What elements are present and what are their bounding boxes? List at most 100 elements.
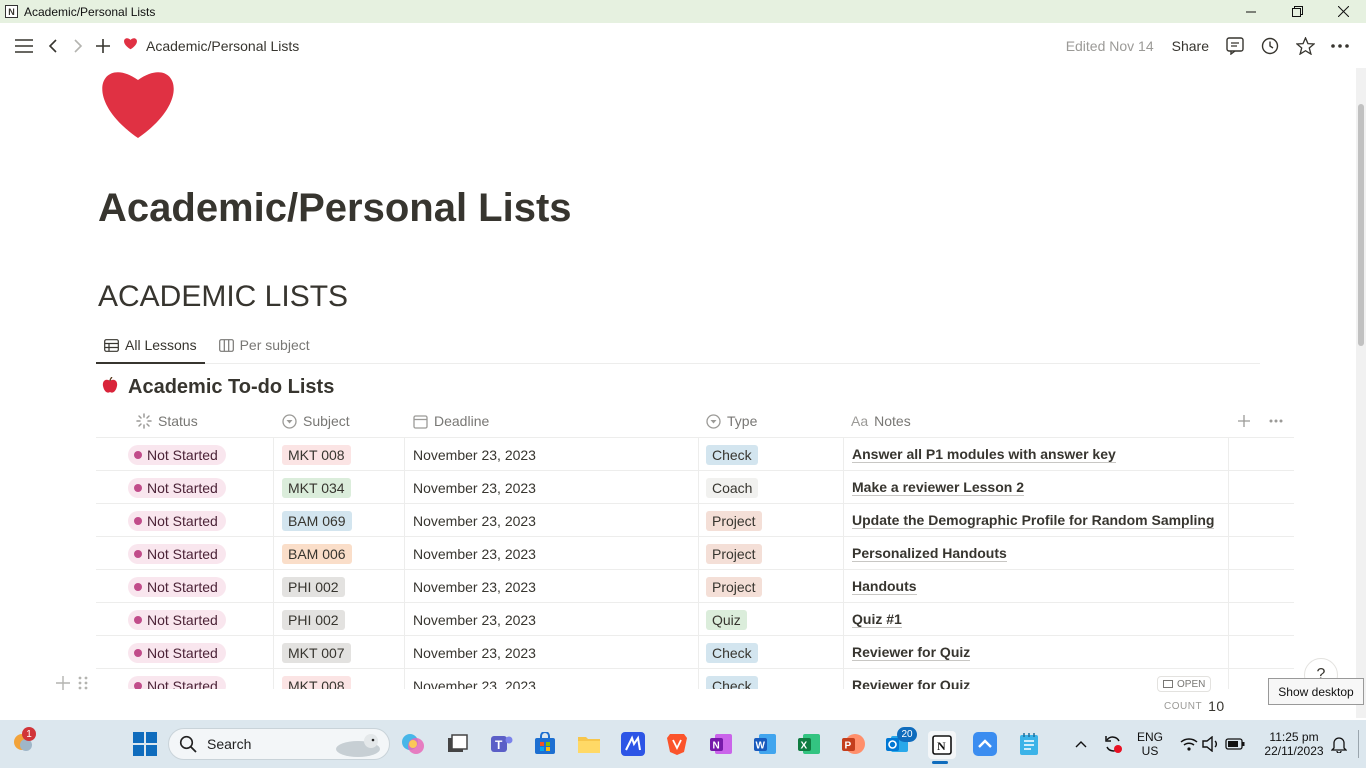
restore-icon[interactable] bbox=[1274, 0, 1320, 23]
menu-icon[interactable] bbox=[12, 34, 36, 58]
more-options-icon[interactable] bbox=[1328, 34, 1352, 58]
deadline-cell[interactable]: November 23, 2023 bbox=[413, 504, 536, 537]
status-cell[interactable]: Not Started bbox=[128, 537, 226, 570]
row-count[interactable]: COUNT 10 bbox=[1164, 698, 1225, 714]
type-cell[interactable]: Project bbox=[706, 570, 762, 603]
add-property-icon[interactable] bbox=[1238, 404, 1250, 438]
type-cell[interactable]: Check bbox=[706, 636, 758, 669]
powerpoint-icon[interactable]: P bbox=[840, 731, 866, 757]
breadcrumb[interactable]: Academic/Personal Lists bbox=[146, 38, 299, 54]
volume-icon[interactable] bbox=[1198, 731, 1224, 757]
table-row[interactable]: Not Started MKT 008 November 23, 2023 Check… bbox=[96, 438, 1294, 471]
forward-arrow-icon[interactable] bbox=[66, 34, 90, 58]
show-desktop-button[interactable] bbox=[1358, 730, 1359, 758]
notes-link[interactable]: Make a reviewer Lesson 2 bbox=[852, 479, 1024, 496]
task-view-icon[interactable] bbox=[444, 731, 470, 757]
deadline-cell[interactable]: November 23, 2023 bbox=[413, 537, 536, 570]
table-row[interactable]: Not Started MKT 007 November 23, 2023 Check… bbox=[96, 636, 1294, 669]
subject-cell[interactable]: PHI 002 bbox=[282, 570, 345, 603]
subject-cell[interactable]: MKT 008 bbox=[282, 669, 351, 689]
table-row[interactable]: Not Started MKT 034 November 23, 2023 Coach… bbox=[96, 471, 1294, 504]
close-icon[interactable] bbox=[1320, 0, 1366, 23]
database-title[interactable]: Academic To-do Lists bbox=[102, 376, 334, 399]
notes-cell[interactable]: Personalized Handouts bbox=[852, 537, 1007, 570]
deadline-cell[interactable]: November 23, 2023 bbox=[413, 603, 536, 636]
sync-icon[interactable] bbox=[1100, 731, 1126, 757]
subject-cell[interactable]: BAM 069 bbox=[282, 504, 352, 537]
subject-cell[interactable]: BAM 006 bbox=[282, 537, 352, 570]
vertical-scrollbar[interactable] bbox=[1356, 68, 1366, 718]
table-row[interactable]: Not Started PHI 002 November 23, 2023 Proje… bbox=[96, 570, 1294, 603]
status-cell[interactable]: Not Started bbox=[128, 636, 226, 669]
microsoft-store-icon[interactable] bbox=[532, 731, 558, 757]
type-cell[interactable]: Project bbox=[706, 504, 762, 537]
open-row-button[interactable]: OPEN bbox=[1157, 676, 1212, 692]
onenote-icon[interactable]: N bbox=[708, 731, 734, 757]
column-header-deadline[interactable]: Deadline bbox=[413, 404, 489, 438]
table-row[interactable]: Not Started PHI 002 November 23, 2023 Quiz Q… bbox=[96, 603, 1294, 636]
type-cell[interactable]: Quiz bbox=[706, 603, 747, 636]
minimize-icon[interactable] bbox=[1228, 0, 1274, 23]
notes-link[interactable]: Handouts bbox=[852, 578, 917, 595]
tab-per-subject[interactable]: Per subject bbox=[211, 328, 318, 362]
excel-icon[interactable]: X bbox=[796, 731, 822, 757]
notes-link[interactable]: Reviewer for Quiz bbox=[852, 644, 971, 661]
column-header-type[interactable]: Type bbox=[706, 404, 757, 438]
deadline-cell[interactable]: November 23, 2023 bbox=[413, 669, 536, 690]
notifications-bell-icon[interactable] bbox=[1326, 731, 1352, 757]
share-button[interactable]: Share bbox=[1172, 38, 1209, 54]
deadline-cell[interactable]: November 23, 2023 bbox=[413, 438, 536, 471]
notes-cell[interactable]: Reviewer for Quiz bbox=[852, 669, 970, 689]
page-heart-icon[interactable] bbox=[98, 68, 178, 140]
subject-cell[interactable]: MKT 008 bbox=[282, 438, 351, 471]
column-header-notes[interactable]: Aa Notes bbox=[851, 404, 911, 438]
copilot-preview-icon[interactable] bbox=[400, 731, 426, 757]
show-hidden-icons-chevron-icon[interactable] bbox=[1068, 731, 1094, 757]
status-cell[interactable]: Not Started bbox=[128, 471, 226, 504]
word-icon[interactable]: W bbox=[752, 731, 778, 757]
subject-cell[interactable]: MKT 034 bbox=[282, 471, 351, 504]
clock[interactable]: 11:25 pm 22/11/2023 bbox=[1256, 730, 1332, 758]
table-options-icon[interactable] bbox=[1269, 404, 1283, 438]
file-explorer-icon[interactable] bbox=[576, 731, 602, 757]
brave-browser-icon[interactable] bbox=[664, 731, 690, 757]
notes-link[interactable]: Answer all P1 modules with answer key bbox=[852, 446, 1116, 463]
deadline-cell[interactable]: November 23, 2023 bbox=[413, 471, 536, 504]
notes-cell[interactable]: Handouts bbox=[852, 570, 917, 603]
type-cell[interactable]: Check bbox=[706, 669, 758, 689]
notes-link[interactable]: Reviewer for Quiz bbox=[852, 677, 970, 689]
notes-link[interactable]: Quiz #1 bbox=[852, 611, 902, 628]
windows-start-icon[interactable] bbox=[132, 731, 158, 757]
status-cell[interactable]: Not Started bbox=[128, 669, 226, 689]
clickup-icon[interactable] bbox=[972, 731, 998, 757]
notes-cell[interactable]: Answer all P1 modules with answer key bbox=[852, 438, 1116, 471]
add-row-plus-icon[interactable] bbox=[56, 676, 70, 695]
taskbar-search-input[interactable]: Search bbox=[168, 728, 390, 760]
type-cell[interactable]: Coach bbox=[706, 471, 759, 504]
subject-cell[interactable]: MKT 007 bbox=[282, 636, 351, 669]
type-cell[interactable]: Check bbox=[706, 438, 758, 471]
comments-icon[interactable] bbox=[1223, 34, 1247, 58]
notes-cell[interactable]: Quiz #1 bbox=[852, 603, 902, 636]
type-cell[interactable]: Project bbox=[706, 537, 762, 570]
notes-link[interactable]: Update the Demographic Profile for Rando… bbox=[852, 512, 1215, 529]
tab-all-lessons[interactable]: All Lessons bbox=[96, 328, 205, 364]
deadline-cell[interactable]: November 23, 2023 bbox=[413, 636, 536, 669]
section-heading[interactable]: ACADEMIC LISTS bbox=[98, 280, 348, 314]
scrollbar-thumb[interactable] bbox=[1358, 104, 1364, 346]
language-indicator[interactable]: ENG US bbox=[1134, 730, 1166, 758]
status-cell[interactable]: Not Started bbox=[128, 504, 226, 537]
page-title[interactable]: Academic/Personal Lists bbox=[98, 186, 572, 231]
column-header-subject[interactable]: Subject bbox=[282, 404, 350, 438]
table-row[interactable]: Not Started MKT 008 November 23, 2023 Check… bbox=[96, 669, 1294, 689]
notes-cell[interactable]: Update the Demographic Profile for Rando… bbox=[852, 504, 1215, 537]
new-page-plus-icon[interactable] bbox=[91, 34, 115, 58]
status-cell[interactable]: Not Started bbox=[128, 570, 226, 603]
drag-handle-icon[interactable] bbox=[78, 676, 88, 695]
deadline-cell[interactable]: November 23, 2023 bbox=[413, 570, 536, 603]
column-header-status[interactable]: Status bbox=[136, 404, 198, 438]
notes-cell[interactable]: Reviewer for Quiz bbox=[852, 636, 971, 669]
app-launcher-icon[interactable] bbox=[620, 731, 646, 757]
status-cell[interactable]: Not Started bbox=[128, 438, 226, 471]
teams-icon[interactable]: T bbox=[488, 731, 514, 757]
